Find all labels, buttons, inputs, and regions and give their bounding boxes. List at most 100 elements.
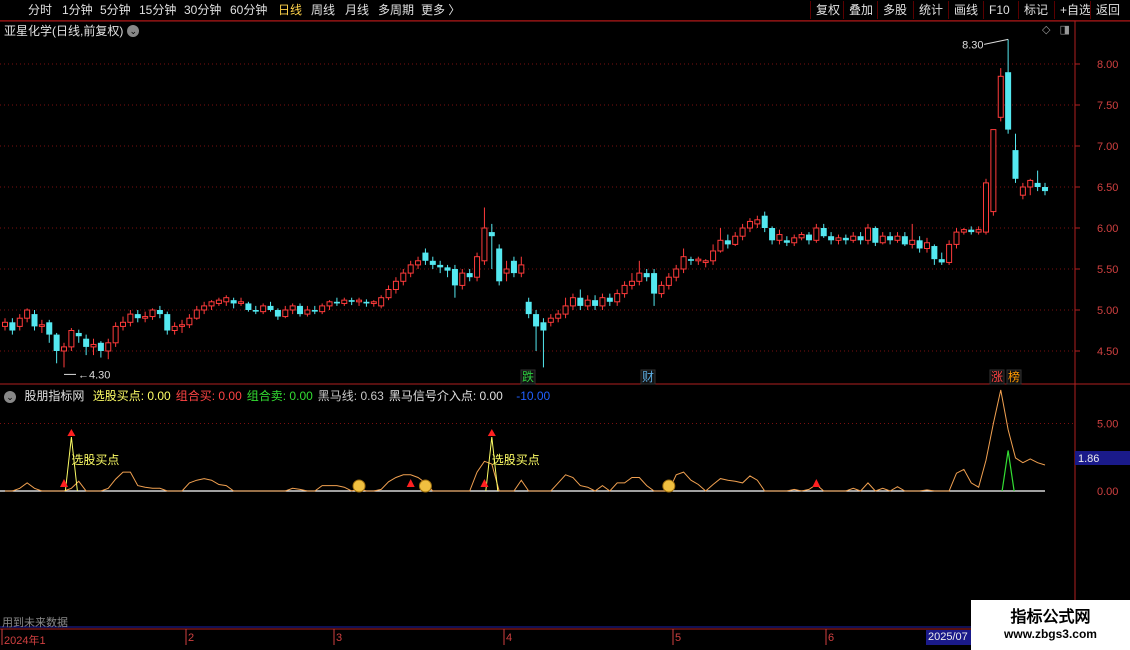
y-tick-label: 6.50 xyxy=(1097,182,1118,194)
candle xyxy=(562,297,569,319)
candle xyxy=(923,237,930,253)
candle xyxy=(621,281,628,298)
ind-y-tick: 0.00 xyxy=(1097,486,1118,498)
candle xyxy=(407,260,414,278)
candle xyxy=(754,215,761,228)
candle xyxy=(643,269,650,282)
y-tick-label: 5.50 xyxy=(1097,264,1118,276)
candle xyxy=(370,300,377,307)
candle xyxy=(400,269,407,286)
candle xyxy=(481,207,488,265)
indicator-name: 股朋指标网 xyxy=(24,389,85,403)
candle xyxy=(916,236,923,253)
up-arrow-icon xyxy=(812,479,821,487)
candle xyxy=(769,226,776,245)
candle xyxy=(879,232,886,245)
candle xyxy=(245,301,252,312)
buy-signal-label: 选股买点 xyxy=(71,453,119,467)
candle xyxy=(1027,178,1034,196)
event-tag: 涨 xyxy=(991,369,1003,384)
indicator-extra-value: -10.00 xyxy=(516,389,551,403)
candle xyxy=(658,281,665,298)
y-tick-label: 7.50 xyxy=(1097,100,1118,112)
candle xyxy=(238,297,245,306)
candle xyxy=(864,223,871,245)
watermark-url: www.zbgs3.com xyxy=(1004,627,1097,641)
y-tick-label: 4.50 xyxy=(1097,346,1118,358)
candle xyxy=(1012,133,1019,183)
candle xyxy=(97,341,104,358)
date-tick-label: 5 xyxy=(675,632,682,644)
candle xyxy=(75,329,82,343)
candle xyxy=(724,234,731,249)
high-price-label: 8.30 xyxy=(962,39,983,51)
up-arrow-icon xyxy=(487,429,496,436)
watermark-logo: 指标公式网 www.zbgs3.com xyxy=(971,600,1130,650)
candle xyxy=(385,285,392,301)
date-tick-label: 2 xyxy=(188,632,195,644)
candle xyxy=(429,256,436,269)
candle xyxy=(665,273,672,290)
date-tick-label: 6 xyxy=(828,632,835,644)
candle xyxy=(274,308,281,320)
candle xyxy=(474,252,481,282)
candle xyxy=(252,305,259,315)
candle xyxy=(392,277,399,294)
candle xyxy=(968,226,975,235)
candle xyxy=(164,311,171,335)
candle xyxy=(503,260,510,282)
candle xyxy=(201,301,208,315)
chart-canvas[interactable]: 5.00 0.00 1.86 选股买点 选股买点 8.00 7.50 7.00 6.50 6.0… xyxy=(0,0,1130,650)
candle xyxy=(1034,170,1041,192)
candle xyxy=(311,305,318,315)
candle xyxy=(805,232,812,245)
candle xyxy=(673,264,680,282)
candle xyxy=(555,310,562,323)
candle xyxy=(223,295,230,306)
candle xyxy=(732,232,739,247)
y-tick-label: 8.00 xyxy=(1097,59,1118,71)
candle xyxy=(24,308,31,323)
black-horse-line xyxy=(5,389,1046,492)
candle xyxy=(518,256,525,278)
candle xyxy=(628,273,635,290)
candle xyxy=(230,297,237,309)
candle xyxy=(171,322,178,335)
candle xyxy=(61,342,68,368)
candle xyxy=(946,240,953,265)
candle xyxy=(186,314,193,329)
candle xyxy=(872,226,879,247)
candle xyxy=(488,223,495,269)
candle xyxy=(341,297,348,306)
y-tick-label: 7.00 xyxy=(1097,141,1118,153)
candle xyxy=(990,129,997,216)
event-tag: 财 xyxy=(642,370,654,384)
candle xyxy=(850,232,857,243)
candle xyxy=(282,305,289,319)
candle xyxy=(510,256,517,278)
candle xyxy=(717,228,724,253)
candle xyxy=(525,297,532,319)
event-tag: 榜 xyxy=(1008,369,1020,384)
candle xyxy=(215,297,222,306)
money-bag-icon xyxy=(662,479,676,493)
candle xyxy=(496,244,503,286)
indicator-field-0: 选股买点: 0.00 xyxy=(92,389,171,403)
candle xyxy=(31,310,38,331)
indicator-chevron-icon[interactable]: ⌄ xyxy=(4,391,16,403)
candle xyxy=(46,319,53,343)
candle xyxy=(437,260,444,274)
candle xyxy=(297,303,304,317)
candle xyxy=(179,319,186,333)
candle xyxy=(466,269,473,282)
candle xyxy=(746,218,753,233)
candle xyxy=(710,244,717,265)
candle xyxy=(193,305,200,320)
candle xyxy=(938,252,945,265)
future-data-note: 用到未来数据 xyxy=(2,617,68,629)
candle xyxy=(820,223,827,238)
y-tick-label: 6.00 xyxy=(1097,223,1118,235)
indicator-field-1: 组合买: 0.00 xyxy=(175,389,242,403)
watermark-title: 指标公式网 xyxy=(1010,609,1091,626)
candle xyxy=(776,229,783,245)
